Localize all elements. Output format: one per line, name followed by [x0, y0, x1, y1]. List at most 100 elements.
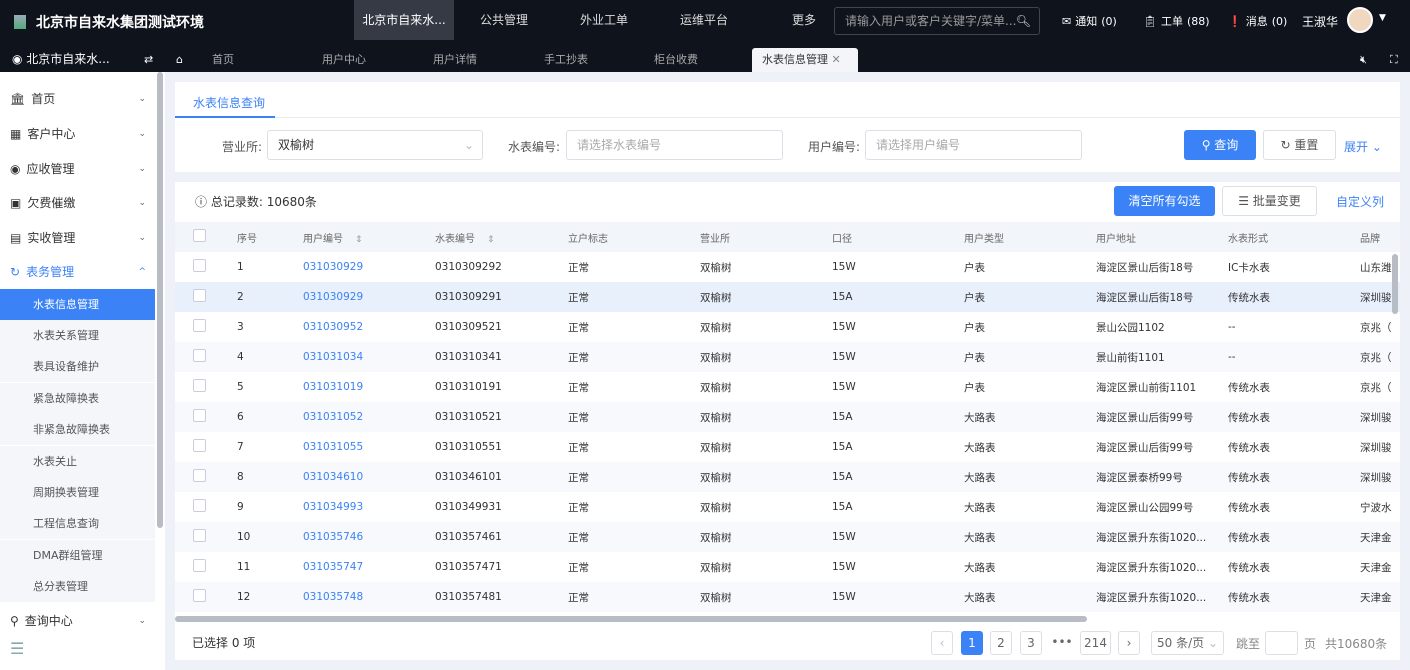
row-checkbox[interactable]: [193, 289, 206, 302]
table-row[interactable]: 5 031031019 0310310191 正常 双榆树 15W 户表 海淀区景山前街110…: [175, 372, 1400, 402]
table-row[interactable]: 8 031034610 0310346101 正常 双榆树 15A 大路表 海淀区景泰桥99号…: [175, 462, 1400, 492]
sidebar-sub-dma[interactable]: DMA群组管理: [0, 540, 155, 571]
avatar[interactable]: [1347, 7, 1373, 33]
horizontal-scrollbar[interactable]: [175, 616, 1087, 622]
next-page-button[interactable]: ›: [1118, 631, 1140, 655]
sidebar-sub-periodic[interactable]: 周期换表管理: [0, 477, 155, 508]
sidebar-sub-meter-relation[interactable]: 水表关系管理: [0, 320, 155, 351]
checkbox-cell[interactable]: [175, 492, 219, 522]
search-button[interactable]: ⚲ 查询: [1184, 130, 1256, 160]
nav-item-public[interactable]: 公共管理: [454, 0, 554, 40]
row-checkbox[interactable]: [193, 349, 206, 362]
home-icon[interactable]: ⌂: [176, 48, 183, 72]
reset-button[interactable]: ↻ 重置: [1263, 130, 1336, 160]
sidebar-item-arrears[interactable]: ▣ 欠费催缴 ⌄: [10, 194, 150, 211]
user-number-link[interactable]: 031031034: [303, 351, 363, 363]
table-row[interactable]: 10 031035746 0310357461 正常 双榆树 15W 大路表 海淀区景升东街1…: [175, 522, 1400, 552]
tab-counter-fee[interactable]: 柜台收费: [654, 48, 698, 72]
mute-icon[interactable]: 🔇︎: [1360, 48, 1367, 72]
table-row[interactable]: 9 031034993 0310349931 正常 双榆树 15A 大路表 海淀区景山公园99…: [175, 492, 1400, 522]
sort-icon[interactable]: ⇕: [487, 235, 495, 245]
sidebar-scrollbar[interactable]: [157, 72, 163, 528]
switch-icon[interactable]: ⇄: [144, 48, 153, 72]
sidebar-item-query[interactable]: ⚲ 查询中心 ⌄: [10, 612, 150, 629]
sort-icon[interactable]: ⇕: [355, 235, 363, 245]
sidebar-sub-nonurgent[interactable]: 非紧急故障换表: [0, 414, 155, 445]
close-icon[interactable]: ✕: [832, 53, 841, 66]
menu-collapse-icon[interactable]: ☰: [10, 639, 150, 658]
tab-manual-read[interactable]: 手工抄表: [544, 48, 588, 72]
batch-change-button[interactable]: ☰ 批量变更: [1222, 186, 1317, 216]
custom-columns-link[interactable]: 自定义列: [1336, 193, 1384, 210]
select-all-checkbox[interactable]: [175, 222, 219, 252]
search-icon[interactable]: 🔍︎: [1016, 8, 1031, 34]
sidebar-item-meter[interactable]: ↻ 表务管理 ^: [10, 263, 150, 280]
column-header[interactable]: 水表编号 ⇕: [417, 222, 550, 252]
fullscreen-icon[interactable]: ⛶: [1390, 48, 1398, 72]
sidebar-sub-meter-info[interactable]: 水表信息管理: [0, 289, 155, 320]
user-number-link[interactable]: 031030929: [303, 261, 363, 273]
row-checkbox[interactable]: [193, 379, 206, 392]
global-search-input[interactable]: 请输入用户或客户关键字/菜单... 🔍︎: [834, 7, 1040, 35]
table-row[interactable]: 7 031031055 0310310551 正常 双榆树 15A 大路表 海淀区景山后街99…: [175, 432, 1400, 462]
checkbox-cell[interactable]: [175, 342, 219, 372]
checkbox-cell[interactable]: [175, 312, 219, 342]
checkbox-cell[interactable]: [175, 282, 219, 312]
page-1[interactable]: 1: [961, 631, 983, 655]
goto-page-input[interactable]: [1265, 631, 1298, 655]
user-number-link[interactable]: 031031055: [303, 441, 363, 453]
row-checkbox[interactable]: [193, 499, 206, 512]
row-checkbox[interactable]: [193, 469, 206, 482]
checkbox-cell[interactable]: [175, 402, 219, 432]
page-3[interactable]: 3: [1020, 631, 1042, 655]
user-number-link[interactable]: 031030952: [303, 321, 363, 333]
clear-selection-button[interactable]: 清空所有勾选: [1114, 186, 1215, 216]
checkbox-cell[interactable]: [175, 552, 219, 582]
sidebar-sub-urgent[interactable]: 紧急故障换表: [0, 383, 155, 414]
table-row[interactable]: 6 031031052 0310310521 正常 双榆树 15A 大路表 海淀区景山后街99…: [175, 402, 1400, 432]
checkbox-cell[interactable]: [175, 372, 219, 402]
user-number-link[interactable]: 031030929: [303, 291, 363, 303]
page-ellipsis[interactable]: •••: [1049, 631, 1075, 655]
sidebar-sub-stop[interactable]: 水表关止: [0, 446, 155, 477]
nav-item-ops[interactable]: 运维平台: [654, 0, 754, 40]
table-row[interactable]: 1 031030929 0310309292 正常 双榆树 15W 户表 海淀区景山后街18号…: [175, 252, 1400, 282]
page-214[interactable]: 214: [1080, 631, 1111, 655]
office-select[interactable]: 双榆树 ⌄: [267, 130, 483, 160]
user-number-link[interactable]: 031035746: [303, 531, 363, 543]
nav-item-beijing[interactable]: 北京市自来水...: [354, 0, 454, 40]
user-number-link[interactable]: 031031052: [303, 411, 363, 423]
table-row[interactable]: 4 031031034 0310310341 正常 双榆树 15W 户表 景山前街1101 --…: [175, 342, 1400, 372]
sidebar-item-customer[interactable]: ▦ 客户中心 ⌄: [10, 125, 150, 142]
row-checkbox[interactable]: [193, 439, 206, 452]
tab-user-center[interactable]: 用户中心: [322, 48, 366, 72]
vertical-scrollbar[interactable]: [1392, 254, 1398, 314]
user-number-input[interactable]: 请选择用户编号: [865, 130, 1082, 160]
tab-user-detail[interactable]: 用户详情: [433, 48, 477, 72]
column-header[interactable]: 用户编号 ⇕: [285, 222, 417, 252]
sidebar-item-received[interactable]: ▤ 实收管理 ⌄: [10, 229, 150, 246]
checkbox-cell[interactable]: [175, 462, 219, 492]
user-number-link[interactable]: 031035747: [303, 561, 363, 573]
prev-page-button[interactable]: ‹: [931, 631, 953, 655]
checkbox-cell[interactable]: [175, 432, 219, 462]
checkbox-cell[interactable]: [175, 252, 219, 282]
row-checkbox[interactable]: [193, 589, 206, 602]
user-number-link[interactable]: 031034610: [303, 471, 363, 483]
message-link[interactable]: ❗ 消息 (0): [1228, 13, 1287, 29]
checkbox-cell[interactable]: [175, 522, 219, 552]
meter-number-input[interactable]: 请选择水表编号: [566, 130, 783, 160]
checkbox-cell[interactable]: [175, 582, 219, 612]
tab-meter-info[interactable]: 水表信息管理 ✕: [752, 48, 858, 72]
row-checkbox[interactable]: [193, 319, 206, 332]
row-checkbox[interactable]: [193, 559, 206, 572]
table-row[interactable]: 12 031035748 0310357481 正常 双榆树 15W 大路表 海淀区景升东街1…: [175, 582, 1400, 612]
notice-link[interactable]: ✉ 通知 (0): [1062, 13, 1117, 29]
tab-meter-query[interactable]: 水表信息查询: [193, 94, 265, 111]
table-row[interactable]: 11 031035747 0310357471 正常 双榆树 15W 大路表 海淀区景升东街1…: [175, 552, 1400, 582]
nav-item-field[interactable]: 外业工单: [554, 0, 654, 40]
sidebar-item-home[interactable]: 🏛︎ 首页 ⌄: [10, 90, 150, 107]
row-checkbox[interactable]: [193, 259, 206, 272]
page-size-select[interactable]: 50 条/页 ⌄: [1151, 631, 1224, 655]
sidebar-item-receivable[interactable]: ◉ 应收管理 ⌄: [10, 160, 150, 177]
